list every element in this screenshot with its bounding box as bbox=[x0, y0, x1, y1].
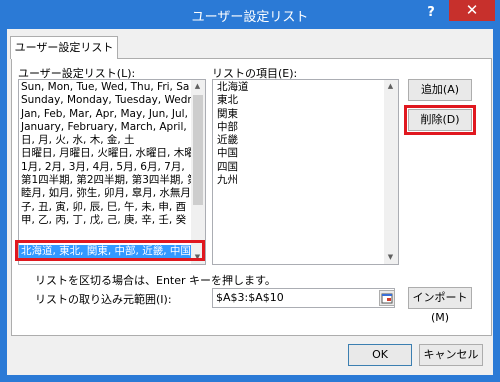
hint-text: リストを区切る場合は、Enter キーを押します。 bbox=[35, 274, 276, 287]
tab-custom-lists[interactable]: ユーザー設定リスト bbox=[10, 36, 118, 59]
custom-lists-listbox[interactable]: Sun, Mon, Tue, Wed, Thu, Fri, Sa Sunday, … bbox=[18, 79, 206, 265]
tab-panel: ユーザー設定リスト(L): Sun, Mon, Tue, Wed, Thu, F… bbox=[11, 58, 492, 336]
import-button[interactable]: インポート(M) bbox=[408, 287, 472, 324]
list-entry-line: 四国 bbox=[217, 160, 238, 173]
help-button[interactable]: ? bbox=[420, 3, 442, 23]
ok-button[interactable]: OK bbox=[348, 344, 412, 366]
scroll-up-arrow-icon[interactable]: ▲ bbox=[191, 80, 204, 93]
list-entry-line: 北海道 bbox=[217, 81, 249, 93]
list-entry-line: 中国 bbox=[217, 147, 238, 160]
import-range-label: リストの取り込み元範囲(I): bbox=[35, 293, 172, 306]
custom-lists-scrollbar[interactable]: ▲ ▼ bbox=[191, 80, 205, 264]
list-item[interactable]: 甲, 乙, 丙, 丁, 戊, 己, 庚, 辛, 壬, 癸 bbox=[19, 214, 191, 227]
dialog-client: ユーザー設定リスト ユーザー設定リスト(L): Sun, Mon, Tue, W… bbox=[7, 29, 493, 375]
list-entry-line: 九州 bbox=[217, 174, 238, 187]
scroll-thumb[interactable] bbox=[193, 95, 203, 205]
list-item[interactable]: 子, 丑, 寅, 卯, 辰, 巳, 午, 未, 申, 酉 bbox=[19, 201, 191, 214]
list-entry-line: 東北 bbox=[217, 94, 238, 107]
list-entries-scrollbar[interactable]: ▲ ▼ bbox=[384, 80, 398, 264]
list-entry-line: 中部 bbox=[217, 120, 238, 133]
list-entry-line: 関東 bbox=[217, 107, 238, 120]
list-entry-line: 近畿 bbox=[217, 134, 238, 147]
add-button[interactable]: 追加(A) bbox=[408, 79, 472, 101]
list-item[interactable]: 1月, 2月, 3月, 4月, 5月, 6月, 7月, bbox=[19, 161, 191, 174]
close-button[interactable]: ✕ bbox=[449, 0, 495, 21]
delete-highlight-frame bbox=[404, 105, 476, 135]
list-item[interactable]: 睦月, 如月, 弥生, 卯月, 皐月, 水無月 bbox=[19, 187, 191, 200]
cancel-button[interactable]: キャンセル bbox=[419, 344, 483, 366]
list-item[interactable]: 第1四半期, 第2四半期, 第3四半期, 第 bbox=[19, 174, 191, 187]
collapse-dialog-icon[interactable] bbox=[379, 290, 395, 306]
list-item[interactable]: Jan, Feb, Mar, Apr, May, Jun, Jul, bbox=[19, 108, 191, 121]
list-item[interactable]: Sunday, Monday, Tuesday, Wedr bbox=[19, 94, 191, 107]
list-item[interactable]: 日, 月, 火, 水, 木, 金, 土 bbox=[19, 134, 191, 147]
list-entries-textbox[interactable]: 北海道 東北 関東 中部 近畿 中国 四国 九州 ▲ ▼ bbox=[212, 79, 399, 265]
list-item[interactable]: Sun, Mon, Tue, Wed, Thu, Fri, Sa bbox=[19, 81, 191, 94]
title-bar[interactable]: ユーザー設定リスト ? ✕ bbox=[0, 0, 500, 28]
dialog-window: ユーザー設定リスト ? ✕ ユーザー設定リスト ユーザー設定リスト(L): Su… bbox=[0, 0, 500, 382]
list-item[interactable]: January, February, March, April, I bbox=[19, 121, 191, 134]
list-item[interactable]: 日曜日, 月曜日, 火曜日, 水曜日, 木曜 bbox=[19, 147, 191, 160]
selection-highlight-frame bbox=[15, 240, 205, 261]
scroll-down-arrow-icon[interactable]: ▼ bbox=[384, 251, 397, 264]
scroll-up-arrow-icon[interactable]: ▲ bbox=[384, 80, 397, 93]
import-range-input[interactable]: $A$3:$A$10 bbox=[212, 288, 395, 308]
